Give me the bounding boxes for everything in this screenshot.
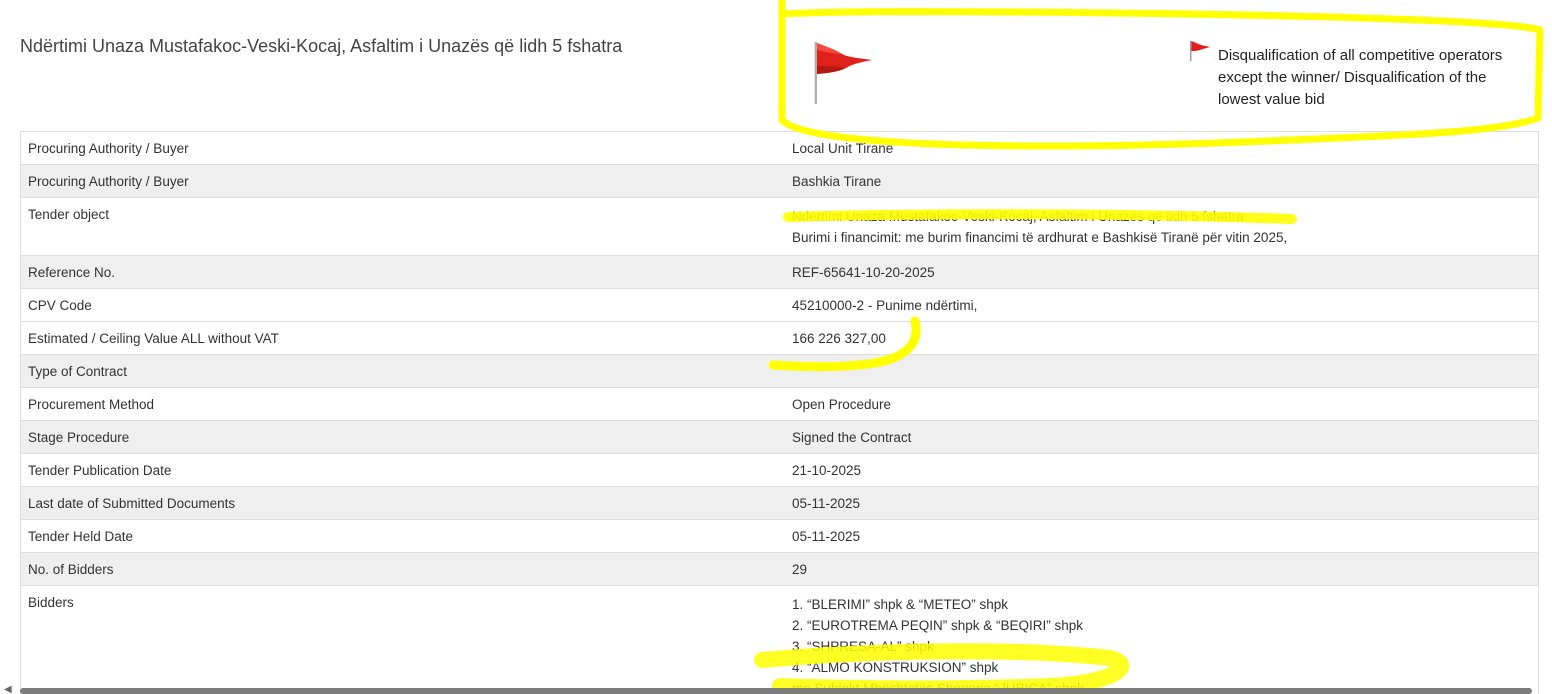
bidder-item: 1. “BLERIMI” shpk & “METEO” shpk	[792, 597, 1009, 612]
row-label: CPV Code	[20, 288, 785, 322]
table-row: Tender object Ndërtimi Unaza Mustafakoc-…	[20, 197, 1539, 256]
row-value: Signed the Contract	[785, 420, 1539, 454]
red-flag-description: Disqualification of all competitive oper…	[1218, 47, 1503, 108]
bidder-item: 4. “ALMO KONSTRUKSION” shpk	[792, 660, 999, 675]
row-label: Estimated / Ceiling Value ALL without VA…	[20, 321, 785, 355]
row-label: Tender object	[20, 197, 785, 256]
table-row: Tender Held Date 05-11-2025	[20, 519, 1539, 553]
row-value: 05-11-2025	[785, 486, 1539, 520]
row-value: Bashkia Tirane	[785, 164, 1539, 198]
table-row: Bidders 1. “BLERIMI” shpk & “METEO” shpk…	[20, 585, 1539, 694]
table-row: Reference No. REF-65641-10-20-2025	[20, 255, 1539, 289]
row-label: No. of Bidders	[20, 552, 785, 586]
tender-detail-page: Ndërtimi Unaza Mustafakoc-Veski-Kocaj, A…	[0, 0, 1552, 694]
row-value: 21-10-2025	[785, 453, 1539, 487]
bidders-list: 1. “BLERIMI” shpk & “METEO” shpk 2. “EUR…	[785, 585, 1539, 694]
table-row: Last date of Submitted Documents 05-11-2…	[20, 486, 1539, 520]
row-label: Tender Held Date	[20, 519, 785, 553]
row-value: 166 226 327,00	[785, 321, 1539, 355]
table-row: Estimated / Ceiling Value ALL without VA…	[20, 321, 1539, 355]
row-label: Stage Procedure	[20, 420, 785, 454]
funding-source: Burimi i financimit: me burim financimi …	[792, 230, 1288, 245]
row-value: Open Procedure	[785, 387, 1539, 421]
row-value: Ndërtimi Unaza Mustafakoc-Veski-Kocaj, A…	[785, 197, 1539, 256]
page-title: Ndërtimi Unaza Mustafakoc-Veski-Kocaj, A…	[20, 36, 623, 56]
bidder-item: 2. “EUROTREMA PEQIN” shpk & “BEQIRI” shp…	[792, 618, 1084, 633]
row-label: Procuring Authority / Buyer	[20, 164, 785, 198]
red-flag-icon	[814, 42, 872, 104]
row-value: 29	[785, 552, 1539, 586]
table-row: CPV Code 45210000-2 - Punime ndërtimi,	[20, 288, 1539, 322]
row-label: Last date of Submitted Documents	[20, 486, 785, 520]
row-label: Procurement Method	[20, 387, 785, 421]
table-row: No. of Bidders 29	[20, 552, 1539, 586]
table-row: Procuring Authority / Buyer Local Unit T…	[20, 131, 1539, 165]
table-row: Type of Contract	[20, 354, 1539, 388]
row-label: Bidders	[20, 585, 785, 694]
row-label: Tender Publication Date	[20, 453, 785, 487]
row-value: Local Unit Tiranë	[785, 131, 1539, 165]
table-row: Procuring Authority / Buyer Bashkia Tira…	[20, 164, 1539, 198]
row-value	[785, 354, 1539, 388]
tender-object-name: Ndërtimi Unaza Mustafakoc-Veski-Kocaj, A…	[792, 209, 1244, 224]
row-value: REF-65641-10-20-2025	[785, 255, 1539, 289]
row-label: Procuring Authority / Buyer	[20, 131, 785, 165]
row-label: Reference No.	[20, 255, 785, 289]
row-value: 05-11-2025	[785, 519, 1539, 553]
horizontal-scrollbar[interactable]	[20, 688, 1532, 694]
row-label: Type of Contract	[20, 354, 785, 388]
table-row: Tender Publication Date 21-10-2025	[20, 453, 1539, 487]
table-row: Stage Procedure Signed the Contract	[20, 420, 1539, 454]
row-value: 45210000-2 - Punime ndërtimi,	[785, 288, 1539, 322]
bidder-item: 3. “SHPRESA-AL” shpk	[792, 639, 934, 654]
table-row: Procurement Method Open Procedure	[20, 387, 1539, 421]
tender-info-table: Procuring Authority / Buyer Local Unit T…	[20, 131, 1539, 694]
scroll-left-arrow-icon[interactable]: ◀	[4, 684, 12, 694]
small-red-flag-icon	[1190, 41, 1210, 61]
